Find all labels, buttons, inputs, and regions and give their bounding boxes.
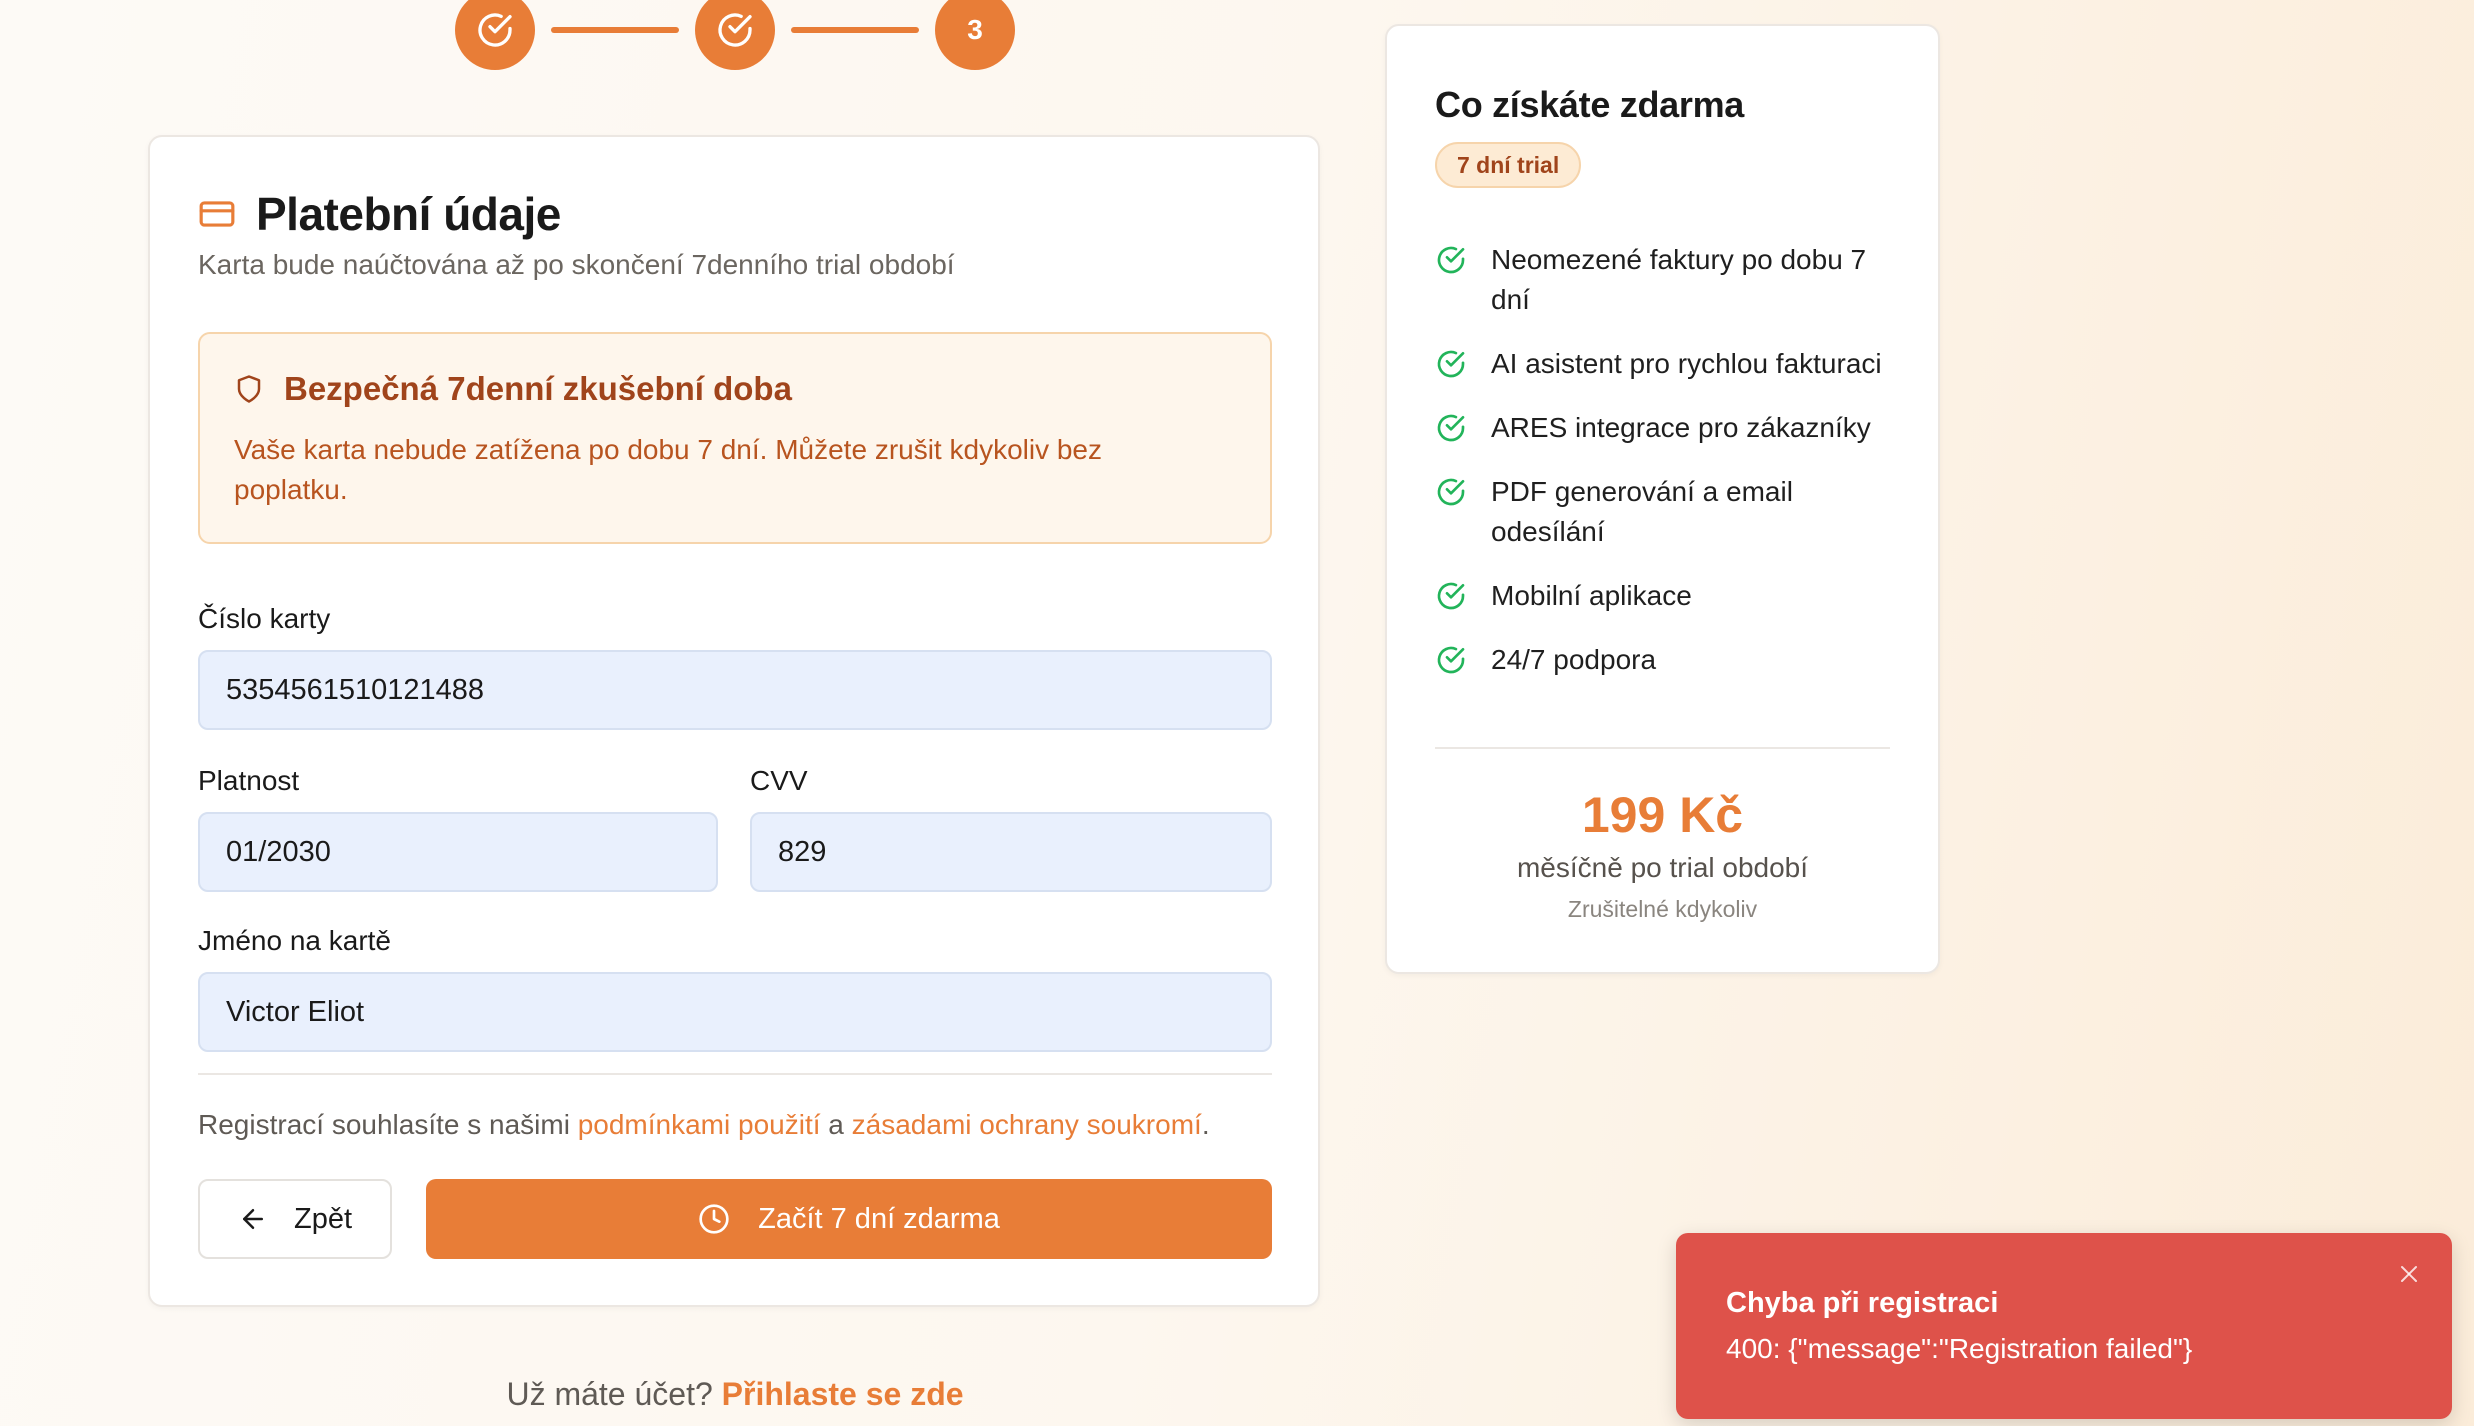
login-prompt: Už máte účet? Přihlaste se zde bbox=[0, 1376, 1470, 1413]
close-icon[interactable] bbox=[2394, 1259, 2424, 1289]
feature-text: Neomezené faktury po dobu 7 dní bbox=[1491, 244, 1867, 315]
check-circle-icon bbox=[1437, 350, 1465, 378]
cardholder-name-input[interactable]: Victor Eliot bbox=[198, 972, 1272, 1052]
step-connector bbox=[791, 27, 919, 33]
terms-text: Registrací souhlasíte s našimi podmínkam… bbox=[198, 1109, 1210, 1141]
toast-title: Chyba při registraci bbox=[1726, 1287, 1999, 1319]
cardholder-name-label: Jméno na kartě bbox=[198, 925, 391, 956]
feature-text: AI asistent pro rychlou fakturaci bbox=[1491, 348, 1882, 379]
step-3-current: 3 bbox=[935, 0, 1015, 70]
credit-card-icon bbox=[199, 201, 235, 227]
error-toast: Chyba při registraci 400: {"message":"Re… bbox=[1676, 1233, 2452, 1419]
terms-middle: a bbox=[820, 1109, 852, 1140]
trial-badge: 7 dní trial bbox=[1435, 142, 1582, 188]
divider bbox=[1435, 747, 1890, 749]
check-circle-icon bbox=[1437, 246, 1465, 274]
list-item: Mobilní aplikace bbox=[1435, 576, 1895, 616]
list-item: Neomezené faktury po dobu 7 dní bbox=[1435, 240, 1895, 320]
start-trial-button[interactable]: Začít 7 dní zdarma bbox=[426, 1179, 1272, 1259]
benefits-card: Co získáte zdarma 7 dní trial Neomezené … bbox=[1385, 24, 1940, 974]
privacy-policy-link[interactable]: zásadami ochrany soukromí bbox=[852, 1109, 1202, 1140]
check-circle-icon bbox=[1437, 582, 1465, 610]
check-circle-icon bbox=[1437, 414, 1465, 442]
login-link[interactable]: Přihlaste se zde bbox=[722, 1376, 964, 1412]
terms-prefix: Registrací souhlasíte s našimi bbox=[198, 1109, 578, 1140]
toast-message: 400: {"message":"Registration failed"} bbox=[1726, 1333, 2193, 1364]
feature-text: 24/7 podpora bbox=[1491, 644, 1657, 675]
step-connector bbox=[551, 27, 679, 33]
check-circle-icon bbox=[1437, 646, 1465, 674]
login-prompt-text: Už máte účet? bbox=[506, 1376, 713, 1412]
price-period: měsíčně po trial období bbox=[1516, 852, 1809, 883]
notice-text: Vaše karta nebude zatížena po dobu 7 dní… bbox=[234, 434, 1102, 505]
list-item: ARES integrace pro zákazníky bbox=[1435, 408, 1895, 448]
step-number: 3 bbox=[967, 14, 983, 45]
payment-card: Platební údaje Karta bude naúčtována až … bbox=[148, 135, 1320, 1307]
progress-stepper: 3 bbox=[455, 0, 1015, 70]
trial-notice: Bezpečná 7denní zkušební doba Vaše karta… bbox=[198, 332, 1272, 544]
check-circle-icon bbox=[1437, 478, 1465, 506]
cvv-label: CVV bbox=[750, 765, 808, 796]
feature-text: Mobilní aplikace bbox=[1491, 580, 1692, 611]
notice-title: Bezpečná 7denní zkušební doba bbox=[284, 370, 792, 407]
list-item: AI asistent pro rychlou fakturaci bbox=[1435, 344, 1895, 384]
shield-icon bbox=[237, 375, 261, 403]
check-circle-icon bbox=[718, 13, 752, 47]
feature-text: PDF generování a email odesílání bbox=[1491, 476, 1793, 547]
card-number-label: Číslo karty bbox=[198, 603, 331, 634]
clock-icon bbox=[699, 1204, 729, 1234]
card-number-input[interactable]: 5354561510121488 bbox=[198, 650, 1272, 730]
divider bbox=[198, 1073, 1272, 1075]
terms-suffix: . bbox=[1201, 1109, 1210, 1140]
terms-of-use-link[interactable]: podmínkami použití bbox=[578, 1109, 821, 1140]
list-item: 24/7 podpora bbox=[1435, 640, 1895, 680]
page-subtitle: Karta bude naúčtována až po skončení 7de… bbox=[198, 249, 955, 280]
arrow-left-icon bbox=[242, 1209, 263, 1229]
back-button[interactable]: Zpět bbox=[198, 1179, 392, 1259]
price-note: Zrušitelné kdykoliv bbox=[1567, 896, 1758, 922]
feature-text: ARES integrace pro zákazníky bbox=[1491, 412, 1871, 443]
expiry-input[interactable]: 01/2030 bbox=[198, 812, 718, 892]
check-circle-icon bbox=[478, 13, 512, 47]
cvv-input[interactable]: 829 bbox=[750, 812, 1272, 892]
step-2-completed bbox=[695, 0, 775, 70]
page-title: Platební údaje bbox=[256, 188, 561, 240]
step-1-completed bbox=[455, 0, 535, 70]
back-button-label: Zpět bbox=[293, 1202, 353, 1235]
start-trial-label: Začít 7 dní zdarma bbox=[758, 1202, 1000, 1235]
list-item: PDF generování a email odesílání bbox=[1435, 472, 1895, 552]
feature-list: Neomezené faktury po dobu 7 dní AI asist… bbox=[1435, 240, 1895, 704]
price: 199 Kč bbox=[1581, 787, 1744, 843]
expiry-label: Platnost bbox=[198, 765, 300, 796]
benefits-title: Co získáte zdarma bbox=[1435, 84, 1745, 125]
